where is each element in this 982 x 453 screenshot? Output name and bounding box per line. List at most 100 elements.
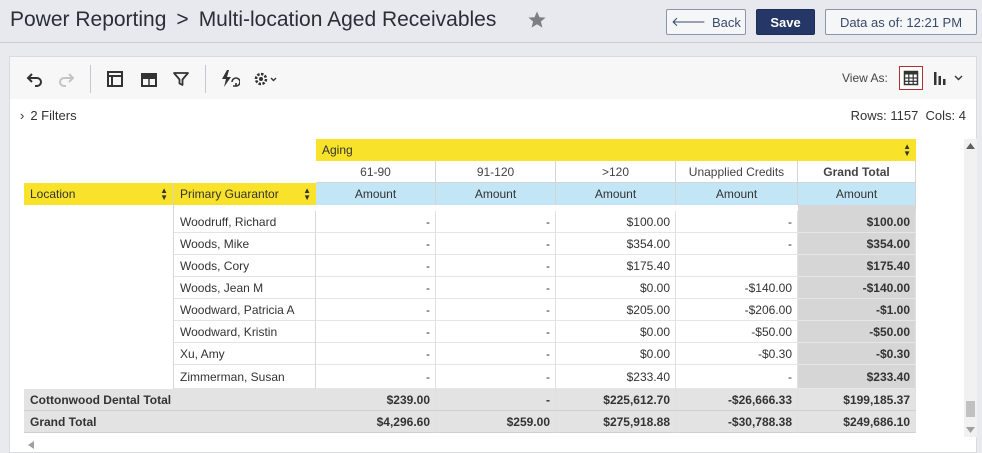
guarantor-name[interactable]: Woods, Jean M xyxy=(174,277,316,299)
column-header[interactable]: >120 xyxy=(556,161,676,183)
grid-view-icon[interactable] xyxy=(899,66,923,90)
page-header: Power Reporting > Multi-location Aged Rece… xyxy=(0,0,982,43)
guarantor-name[interactable]: Xu, Amy xyxy=(174,343,316,365)
measure-header: Amount xyxy=(316,183,436,205)
breadcrumb-separator: > xyxy=(176,8,189,31)
cols-count: Cols: 4 xyxy=(925,108,966,123)
amount-cell: -$140.00 xyxy=(676,277,798,299)
table-icon[interactable] xyxy=(136,66,162,92)
guarantor-name[interactable]: Woodward, Kristin xyxy=(174,321,316,343)
grand-total-value: $259.00 xyxy=(436,411,556,433)
amount-cell: -$0.30 xyxy=(676,343,798,365)
guarantor-label: Primary Guarantor xyxy=(180,187,279,201)
back-label: Back xyxy=(711,14,741,30)
column-header[interactable]: 61-90 xyxy=(316,161,436,183)
subtotal-cell: $225,612.70 xyxy=(556,389,676,411)
column-group-header[interactable]: Aging ▲ ▼ xyxy=(316,139,916,161)
amount-cell: $0.00 xyxy=(556,343,676,365)
grand-total-value: $275,918.88 xyxy=(556,411,676,433)
back-button[interactable]: 🡐 Back xyxy=(666,9,746,35)
subtotal-cell: - xyxy=(436,389,556,411)
measure-header: Amount xyxy=(798,183,916,205)
grand-total-value: $249,686.10 xyxy=(798,411,916,433)
grand-total-cell: -$0.30 xyxy=(798,343,916,365)
amount-cell: - xyxy=(316,277,436,299)
location-total-label[interactable]: Cottonwood Dental Total xyxy=(24,389,316,411)
amount-cell: - xyxy=(316,233,436,255)
guarantor-name[interactable]: Woodward, Patricia A xyxy=(174,299,316,321)
scroll-left-icon[interactable] xyxy=(28,441,34,449)
amount-cell: $0.00 xyxy=(556,277,676,299)
column-header[interactable]: Grand Total xyxy=(798,161,916,183)
amount-cell: $233.40 xyxy=(556,365,676,389)
favorite-star-icon[interactable] xyxy=(527,10,547,30)
guarantor-name[interactable]: Woods, Mike xyxy=(174,233,316,255)
filters-toggle[interactable]: › 2 Filters xyxy=(20,108,77,123)
amount-cell: -$206.00 xyxy=(676,299,798,321)
grand-total-cell: $354.00 xyxy=(798,233,916,255)
breadcrumb-root[interactable]: Power Reporting xyxy=(10,8,166,31)
save-button[interactable]: Save xyxy=(756,9,815,35)
grand-total-cell: $100.00 xyxy=(798,211,916,233)
report-title: Multi-location Aged Receivables xyxy=(198,8,497,31)
grand-total-value: $4,296.60 xyxy=(316,411,436,433)
sort-icon[interactable]: ▲ ▼ xyxy=(303,187,311,202)
sort-icon[interactable]: ▲ ▼ xyxy=(160,187,168,202)
chart-view-icon[interactable] xyxy=(928,66,968,90)
grand-total-value: -$30,788.38 xyxy=(676,411,798,433)
amount-cell: - xyxy=(316,321,436,343)
horizontal-scrollbar[interactable] xyxy=(24,437,964,452)
chevron-right-icon: › xyxy=(20,108,25,123)
scroll-up-icon[interactable] xyxy=(966,143,975,149)
aging-label: Aging xyxy=(322,143,353,157)
grand-total-cell: -$1.00 xyxy=(798,299,916,321)
amount-cell: - xyxy=(436,365,556,389)
row-header-location[interactable]: Location ▲ ▼ xyxy=(24,183,174,205)
guarantor-name[interactable]: Woodruff, Richard xyxy=(174,211,316,233)
sort-icon[interactable]: ▲ ▼ xyxy=(903,143,911,158)
subtotal-cell: $239.00 xyxy=(316,389,436,411)
filter-icon[interactable] xyxy=(168,66,194,92)
measure-header: Amount xyxy=(436,183,556,205)
amount-cell: -$50.00 xyxy=(676,321,798,343)
view-as-label: View As: xyxy=(842,71,888,85)
column-header[interactable]: Unapplied Credits xyxy=(676,161,798,183)
column-header[interactable]: 91-120 xyxy=(436,161,556,183)
grand-total-cell: $175.40 xyxy=(798,255,916,277)
pivot-table: Aging ▲ ▼ 61-90 91-120 >120 Unapplied Credits G… xyxy=(24,139,964,437)
guarantor-name[interactable]: Woods, Cory xyxy=(174,255,316,277)
row-col-stats: Rows: 1157 Cols: 4 xyxy=(851,108,966,123)
measure-header: Amount xyxy=(676,183,798,205)
undo-icon[interactable] xyxy=(21,66,47,92)
guarantor-name[interactable]: Zimmerman, Susan xyxy=(174,365,316,389)
amount-cell: - xyxy=(316,211,436,233)
redo-icon[interactable] xyxy=(54,66,80,92)
amount-cell: - xyxy=(436,255,556,277)
scroll-down-icon[interactable] xyxy=(966,427,975,433)
vertical-scrollbar[interactable] xyxy=(964,139,977,437)
subtotal-cell: $199,185.37 xyxy=(798,389,916,411)
subtotal-cell: -$26,666.33 xyxy=(676,389,798,411)
row-header-guarantor[interactable]: Primary Guarantor ▲ ▼ xyxy=(174,183,316,205)
settings-icon[interactable] xyxy=(250,66,282,92)
measure-header: Amount xyxy=(556,183,676,205)
amount-cell: - xyxy=(676,233,798,255)
amount-cell: $205.00 xyxy=(556,299,676,321)
data-as-of-button[interactable]: Data as of: 12:21 PM xyxy=(825,9,977,35)
scroll-thumb[interactable] xyxy=(966,401,975,417)
grand-total-label: Grand Total xyxy=(24,411,316,433)
amount-cell xyxy=(676,255,798,277)
filters-label: 2 Filters xyxy=(30,108,77,123)
location-label: Location xyxy=(30,187,76,201)
amount-cell: - xyxy=(436,321,556,343)
report-panel: View As: › 2 Filters Rows: 1157 Cols: 4 A… xyxy=(9,56,977,453)
layout-icon[interactable] xyxy=(102,66,128,92)
page-title: Power Reporting > Multi-location Aged Rece… xyxy=(10,8,496,32)
refresh-icon[interactable] xyxy=(216,66,242,92)
rows-count: Rows: 1157 xyxy=(850,108,919,123)
grand-total-cell: $233.40 xyxy=(798,365,916,389)
amount-cell: $354.00 xyxy=(556,233,676,255)
amount-cell: - xyxy=(316,299,436,321)
amount-cell: - xyxy=(316,365,436,389)
amount-cell: - xyxy=(676,211,798,233)
